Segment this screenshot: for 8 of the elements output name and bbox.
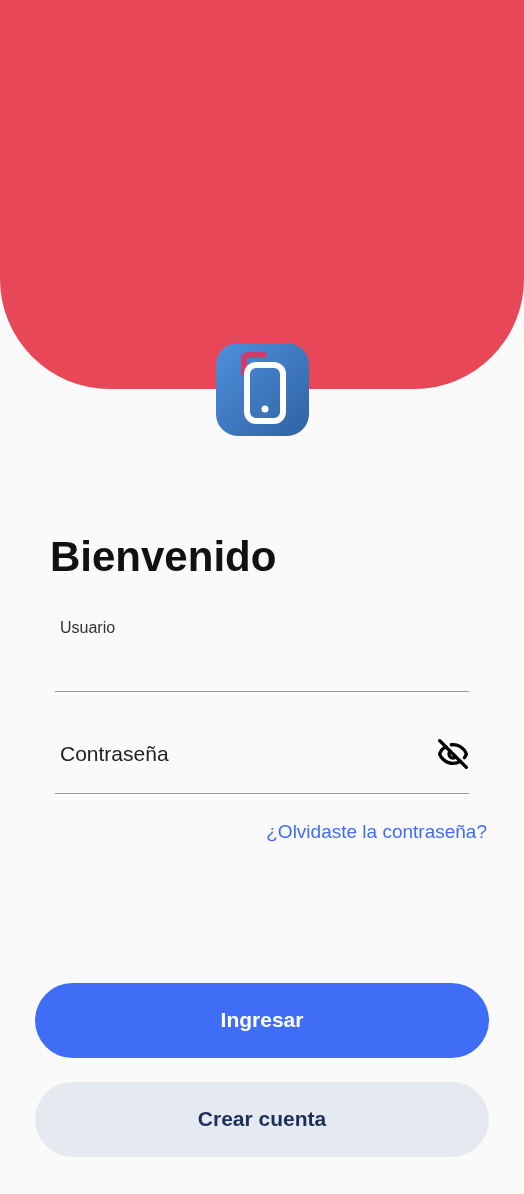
create-account-button[interactable]: Crear cuenta bbox=[35, 1081, 489, 1157]
username-field[interactable]: Usuario bbox=[55, 590, 469, 692]
forgot-password-link[interactable]: ¿Olvidaste la contraseña? bbox=[266, 818, 487, 847]
password-field[interactable]: Contraseña bbox=[60, 737, 425, 770]
eye-off-icon[interactable] bbox=[437, 737, 469, 770]
login-button[interactable]: Ingresar bbox=[35, 982, 489, 1058]
welcome-heading: Bienvenido bbox=[50, 536, 278, 578]
app-logo-icon bbox=[215, 343, 309, 436]
